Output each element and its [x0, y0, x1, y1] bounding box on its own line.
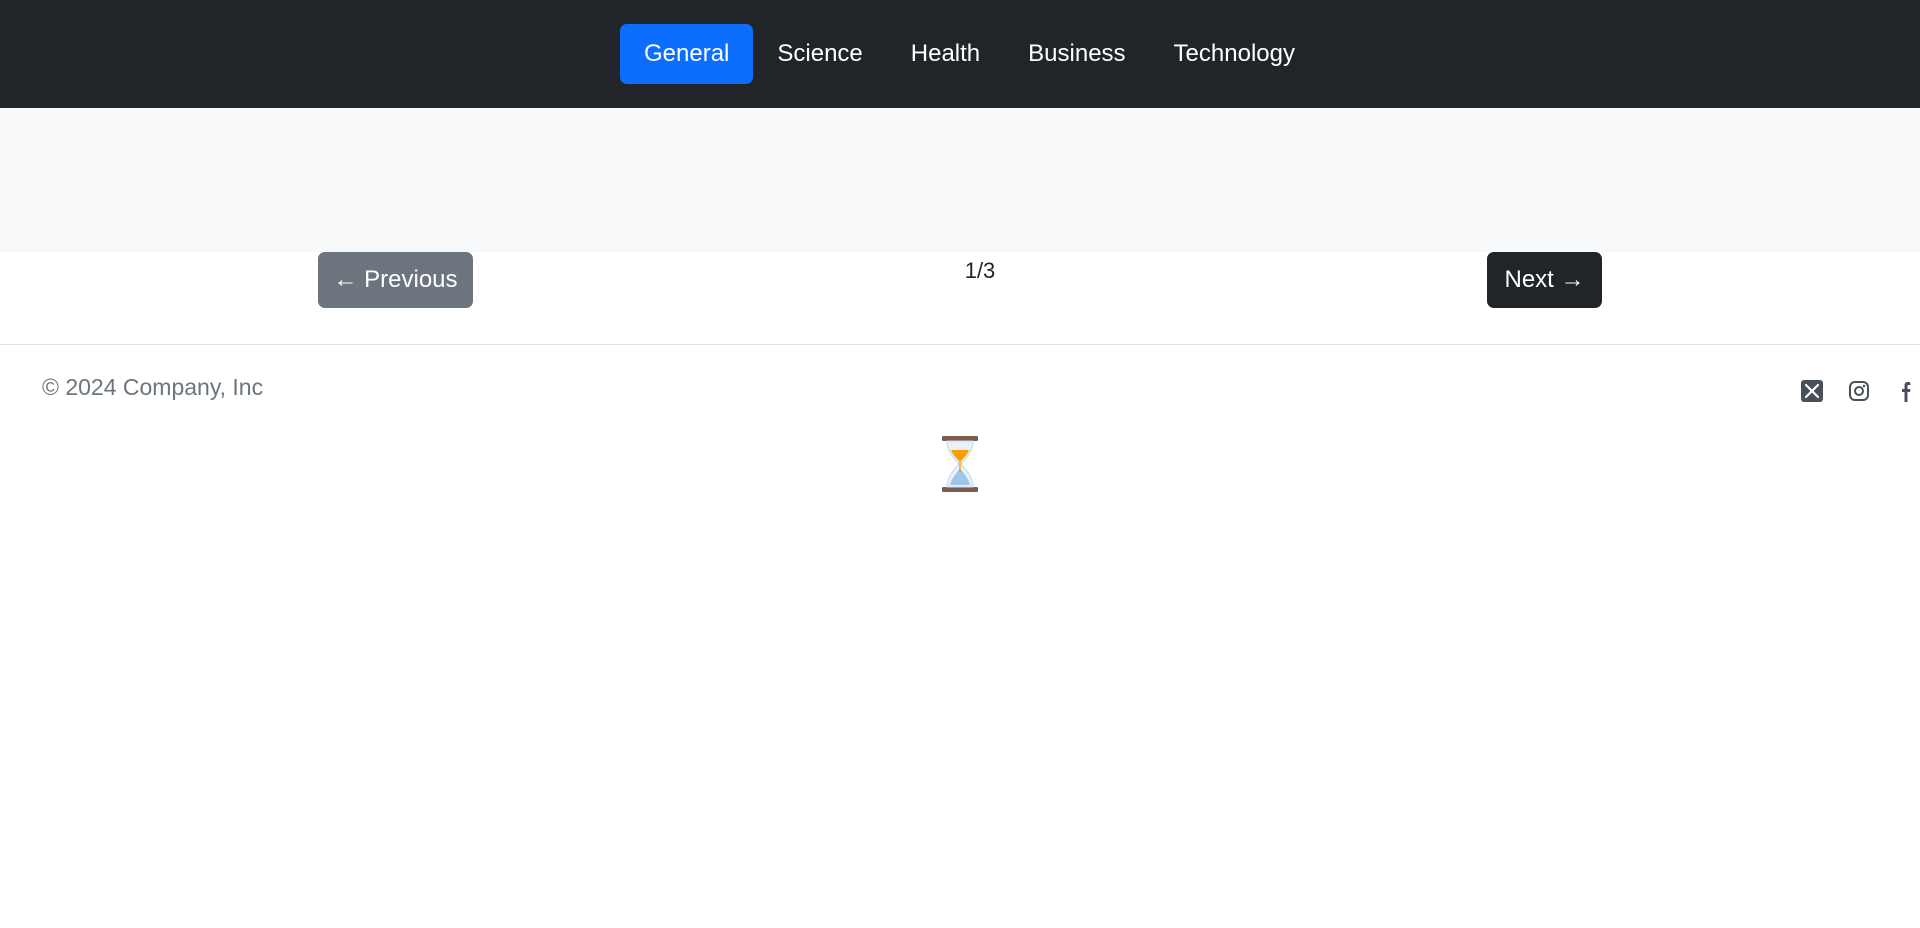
previous-button[interactable]: ← Previous: [318, 252, 473, 308]
page-indicator: 1/3: [964, 258, 996, 283]
nav-item-technology[interactable]: Technology: [1150, 24, 1319, 84]
facebook-icon[interactable]: [1894, 378, 1920, 404]
nav-item-general[interactable]: General: [620, 24, 754, 84]
category-nav: General Science Health Business Technolo…: [620, 24, 1319, 84]
hourglass-icon: [938, 434, 982, 494]
content-banner: [0, 108, 1920, 252]
footer-divider: [0, 344, 1920, 345]
nav-item-science[interactable]: Science: [753, 24, 886, 84]
nav-item-business[interactable]: Business: [1004, 24, 1149, 84]
x-twitter-icon[interactable]: [1799, 378, 1825, 404]
instagram-icon[interactable]: [1846, 378, 1872, 404]
top-navbar: General Science Health Business Technolo…: [0, 0, 1920, 108]
nav-item-health[interactable]: Health: [887, 24, 1004, 84]
next-button[interactable]: Next →: [1487, 252, 1602, 308]
copyright-text: © 2024 Company, Inc: [42, 374, 264, 400]
